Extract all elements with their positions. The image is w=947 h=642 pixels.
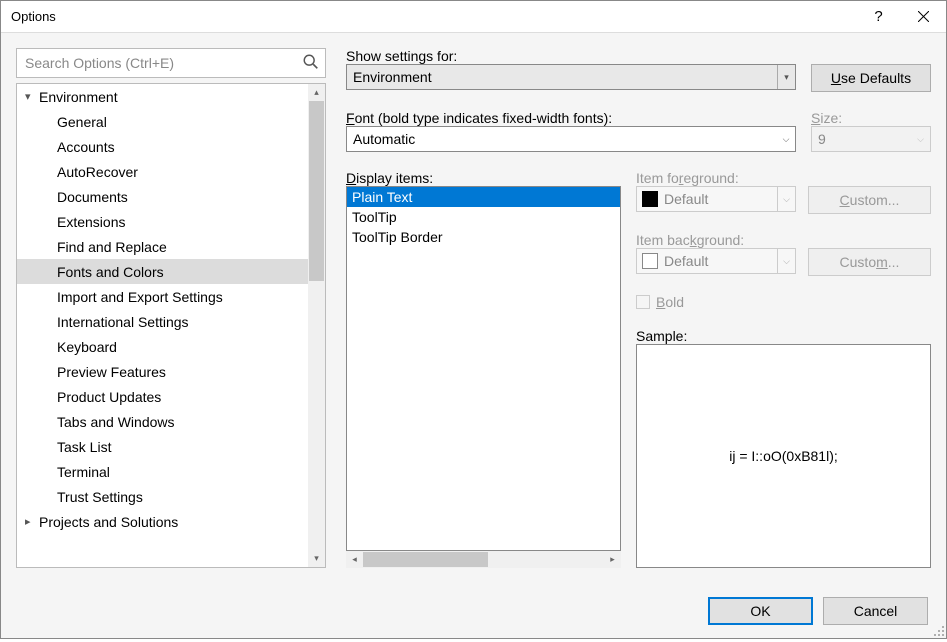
tree-item[interactable]: Import and Export Settings (17, 284, 325, 309)
scroll-right-icon[interactable]: ▸ (604, 551, 621, 568)
tree-item-fonts-colors[interactable]: Fonts and Colors (17, 259, 325, 284)
item-fg-dropdown: Default ⌵ (636, 186, 796, 212)
custom-fg-button: Custom... (808, 186, 931, 214)
tree-item[interactable]: Terminal (17, 459, 325, 484)
tree-item[interactable]: International Settings (17, 309, 325, 334)
expander-icon[interactable] (25, 515, 37, 528)
font-label: Font (bold type indicates fixed-width fo… (346, 110, 796, 126)
chevron-down-icon: ⌵ (777, 187, 795, 211)
bold-checkbox (636, 295, 650, 309)
tree-item[interactable]: Keyboard (17, 334, 325, 359)
tree-item[interactable]: Product Updates (17, 384, 325, 409)
sample-label: Sample: (636, 328, 931, 344)
scroll-down-icon[interactable]: ▾ (308, 550, 325, 567)
tree-item[interactable]: Trust Settings (17, 484, 325, 509)
chevron-down-icon: ⌵ (777, 127, 795, 151)
search-input[interactable] (16, 48, 326, 78)
size-input: 9 ⌵ (811, 126, 931, 152)
tree-item[interactable]: Find and Replace (17, 234, 325, 259)
tree-item[interactable]: Accounts (17, 134, 325, 159)
tree-item-projects[interactable]: Projects and Solutions (17, 509, 325, 534)
list-item[interactable]: Plain Text (347, 187, 620, 207)
color-swatch (642, 253, 658, 269)
close-button[interactable] (901, 1, 946, 33)
bold-checkbox-row: Bold (636, 294, 931, 310)
font-dropdown[interactable]: Automatic ⌵ (346, 126, 796, 152)
tree-item[interactable]: Preview Features (17, 359, 325, 384)
custom-bg-button: Custom... (808, 248, 931, 276)
scroll-left-icon[interactable]: ◂ (346, 551, 363, 568)
titlebar: Options ? (1, 1, 946, 33)
ok-button[interactable]: OK (708, 597, 813, 625)
tree-item[interactable]: Extensions (17, 209, 325, 234)
display-items-label: Display items: (346, 170, 621, 186)
tree-item[interactable]: AutoRecover (17, 159, 325, 184)
item-bg-label: Item background: (636, 232, 931, 248)
bold-label: Bold (656, 294, 684, 310)
search-icon (302, 53, 320, 71)
show-settings-label: Show settings for: (346, 48, 931, 64)
color-swatch (642, 191, 658, 207)
options-tree[interactable]: Environment General Accounts AutoRecover… (16, 83, 326, 568)
tree-item[interactable]: General (17, 109, 325, 134)
scroll-thumb[interactable] (363, 552, 488, 567)
size-label: Size: (811, 110, 931, 126)
item-fg-label: Item foreground: (636, 170, 931, 186)
display-items-listbox[interactable]: Plain Text ToolTip ToolTip Border (346, 186, 621, 551)
list-item[interactable]: ToolTip Border (347, 227, 620, 247)
scroll-up-icon[interactable]: ▴ (308, 84, 325, 101)
tree-item[interactable]: Documents (17, 184, 325, 209)
show-settings-dropdown[interactable]: Environment ▾ (346, 64, 796, 90)
tree-item-environment[interactable]: Environment (17, 84, 325, 109)
cancel-button[interactable]: Cancel (823, 597, 928, 625)
listbox-hscrollbar[interactable]: ◂ ▸ (346, 551, 621, 568)
window-title: Options (11, 9, 856, 24)
list-item[interactable]: ToolTip (347, 207, 620, 227)
expander-icon[interactable] (25, 90, 37, 103)
use-defaults-button[interactable]: Use Defaults (811, 64, 931, 92)
item-bg-dropdown: Default ⌵ (636, 248, 796, 274)
chevron-down-icon: ⌵ (777, 249, 795, 273)
chevron-down-icon: ⌵ (917, 134, 924, 145)
chevron-down-icon: ▾ (777, 65, 795, 89)
help-button[interactable]: ? (856, 1, 901, 33)
tree-scrollbar[interactable]: ▴ ▾ (308, 84, 325, 567)
resize-grip-icon[interactable] (932, 624, 945, 637)
scroll-thumb[interactable] (309, 101, 324, 281)
tree-item[interactable]: Tabs and Windows (17, 409, 325, 434)
sample-box: ij = I::oO(0xB81l); (636, 344, 931, 568)
tree-item[interactable]: Task List (17, 434, 325, 459)
